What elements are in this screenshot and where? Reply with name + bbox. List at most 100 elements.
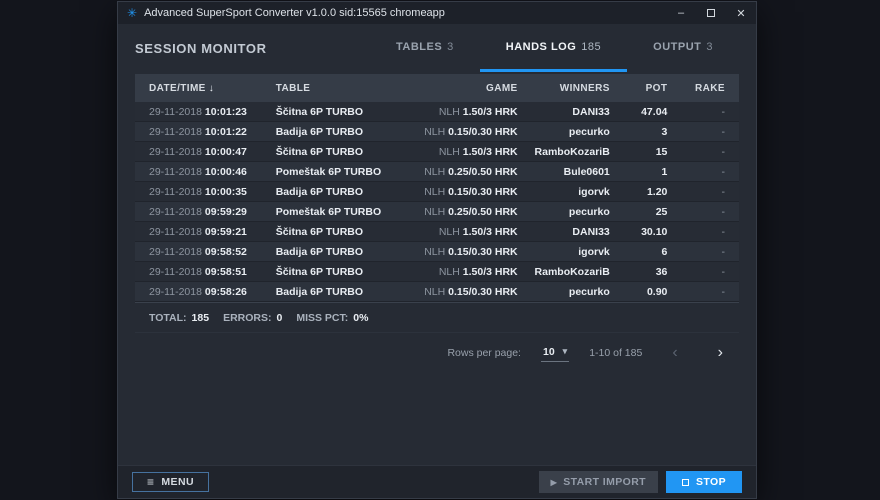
- table-row[interactable]: 29-11-2018 09:58:52 Badija 6P TURBO NLH …: [135, 242, 739, 262]
- cell-table: Pomeštak 6P TURBO: [276, 206, 403, 218]
- header-row: SESSION MONITOR TABLES 3 HANDS LOG 185 O…: [118, 24, 756, 72]
- cell-winner: igorvk: [518, 246, 610, 258]
- row-time: 10:00:47: [205, 146, 247, 158]
- cell-game: NLH 0.15/0.30 HRK: [402, 246, 517, 258]
- table-row[interactable]: 29-11-2018 09:59:29 Pomeštak 6P TURBO NL…: [135, 202, 739, 222]
- cell-winner: pecurko: [518, 286, 610, 298]
- tab-tables-label: TABLES: [396, 41, 442, 53]
- table-header: DATE/TIME↓ TABLE GAME WINNERS POT RAKE: [135, 74, 739, 102]
- cell-pot: 3: [610, 126, 668, 138]
- menu-button[interactable]: ≡ MENU: [132, 472, 209, 492]
- cell-table: Ščitna 6P TURBO: [276, 146, 403, 158]
- table-row[interactable]: 29-11-2018 10:00:47 Ščitna 6P TURBO NLH …: [135, 142, 739, 162]
- tab-output-count: 3: [706, 41, 713, 53]
- tab-hands-log[interactable]: HANDS LOG 185: [480, 24, 627, 72]
- start-import-label: START IMPORT: [563, 476, 646, 488]
- row-game-type: NLH: [439, 146, 460, 158]
- cell-pot: 36: [610, 266, 668, 278]
- row-game-type: NLH: [424, 126, 445, 138]
- tab-output[interactable]: OUTPUT 3: [627, 24, 739, 72]
- minimize-button[interactable]: –: [666, 2, 696, 24]
- table-row[interactable]: 29-11-2018 10:01:22 Badija 6P TURBO NLH …: [135, 122, 739, 142]
- row-stakes: 0.15/0.30 HRK: [448, 286, 517, 298]
- column-header-game[interactable]: GAME: [402, 83, 517, 94]
- row-time: 10:01:23: [205, 106, 247, 118]
- play-icon: ▶: [551, 478, 558, 487]
- cell-game: NLH 1.50/3 HRK: [402, 266, 517, 278]
- tab-hands-log-label: HANDS LOG: [506, 41, 577, 53]
- table-row[interactable]: 29-11-2018 09:59:21 Ščitna 6P TURBO NLH …: [135, 222, 739, 242]
- start-import-button[interactable]: ▶ START IMPORT: [539, 471, 658, 493]
- menu-button-label: MENU: [161, 476, 194, 488]
- cell-datetime: 29-11-2018 09:58:52: [149, 246, 276, 258]
- cell-game: NLH 1.50/3 HRK: [402, 146, 517, 158]
- cell-table: Badija 6P TURBO: [276, 286, 403, 298]
- column-header-table[interactable]: TABLE: [276, 83, 403, 94]
- hands-log-table: DATE/TIME↓ TABLE GAME WINNERS POT RAKE 2…: [135, 74, 739, 372]
- cell-rake: -: [667, 126, 725, 138]
- cell-datetime: 29-11-2018 09:59:21: [149, 226, 276, 238]
- row-game-type: NLH: [424, 186, 445, 198]
- column-datetime-label: DATE/TIME: [149, 83, 206, 94]
- maximize-button[interactable]: [696, 2, 726, 24]
- close-button[interactable]: ✕: [726, 2, 756, 24]
- row-game-type: NLH: [424, 286, 445, 298]
- column-header-datetime[interactable]: DATE/TIME↓: [149, 83, 276, 94]
- row-game-type: NLH: [439, 226, 460, 238]
- cell-table: Badija 6P TURBO: [276, 126, 403, 138]
- row-time: 10:00:46: [205, 166, 247, 178]
- table-row[interactable]: 29-11-2018 10:01:23 Ščitna 6P TURBO NLH …: [135, 102, 739, 122]
- previous-page-button[interactable]: ‹: [662, 345, 687, 361]
- row-time: 10:01:22: [205, 126, 247, 138]
- tab-tables[interactable]: TABLES 3: [370, 24, 480, 72]
- stop-button[interactable]: STOP: [666, 471, 742, 493]
- row-date: 29-11-2018: [149, 126, 202, 138]
- row-stakes: 0.15/0.30 HRK: [448, 186, 517, 198]
- column-header-rake[interactable]: RAKE: [667, 83, 725, 94]
- total-value: 185: [192, 312, 210, 324]
- column-header-pot[interactable]: POT: [610, 83, 668, 94]
- table-row[interactable]: 29-11-2018 09:58:51 Ščitna 6P TURBO NLH …: [135, 262, 739, 282]
- rows-per-page-select[interactable]: 10 ▾: [541, 344, 569, 362]
- cell-game: NLH 0.15/0.30 HRK: [402, 126, 517, 138]
- app-icon: ✳: [127, 7, 137, 19]
- row-time: 09:59:29: [205, 206, 247, 218]
- cell-datetime: 29-11-2018 09:58:26: [149, 286, 276, 298]
- cell-rake: -: [667, 106, 725, 118]
- page-title: SESSION MONITOR: [135, 41, 267, 56]
- row-time: 10:00:35: [205, 186, 247, 198]
- summary-bar: TOTAL: 185 ERRORS: 0 MISS PCT: 0%: [135, 302, 739, 332]
- row-game-type: NLH: [424, 246, 445, 258]
- cell-rake: -: [667, 266, 725, 278]
- cell-table: Ščitna 6P TURBO: [276, 266, 403, 278]
- total-label: TOTAL:: [149, 312, 187, 324]
- row-stakes: 0.15/0.30 HRK: [448, 126, 517, 138]
- table-row[interactable]: 29-11-2018 10:00:35 Badija 6P TURBO NLH …: [135, 182, 739, 202]
- next-page-button[interactable]: ›: [708, 345, 733, 361]
- cell-winner: DANI33: [518, 226, 610, 238]
- row-game-type: NLH: [439, 106, 460, 118]
- cell-game: NLH 0.15/0.30 HRK: [402, 186, 517, 198]
- row-time: 09:58:52: [205, 246, 247, 258]
- cell-table: Ščitna 6P TURBO: [276, 226, 403, 238]
- app-window: ✳ Advanced SuperSport Converter v1.0.0 s…: [118, 2, 756, 498]
- cell-datetime: 29-11-2018 09:59:29: [149, 206, 276, 218]
- chevron-down-icon: ▾: [563, 346, 568, 357]
- cell-winner: igorvk: [518, 186, 610, 198]
- cell-pot: 15: [610, 146, 668, 158]
- row-stakes: 1.50/3 HRK: [463, 226, 518, 238]
- cell-pot: 0.90: [610, 286, 668, 298]
- window-title: Advanced SuperSport Converter v1.0.0 sid…: [144, 7, 445, 19]
- cell-rake: -: [667, 246, 725, 258]
- table-row[interactable]: 29-11-2018 10:00:46 Pomeštak 6P TURBO NL…: [135, 162, 739, 182]
- table-row[interactable]: 29-11-2018 09:58:26 Badija 6P TURBO NLH …: [135, 282, 739, 302]
- column-header-winners[interactable]: WINNERS: [518, 83, 610, 94]
- cell-game: NLH 1.50/3 HRK: [402, 226, 517, 238]
- table-body: 29-11-2018 10:01:23 Ščitna 6P TURBO NLH …: [135, 102, 739, 302]
- cell-winner: RamboKozariB: [518, 146, 610, 158]
- cell-rake: -: [667, 146, 725, 158]
- cell-datetime: 29-11-2018 10:01:23: [149, 106, 276, 118]
- row-stakes: 1.50/3 HRK: [463, 146, 518, 158]
- row-date: 29-11-2018: [149, 106, 202, 118]
- row-stakes: 1.50/3 HRK: [463, 266, 518, 278]
